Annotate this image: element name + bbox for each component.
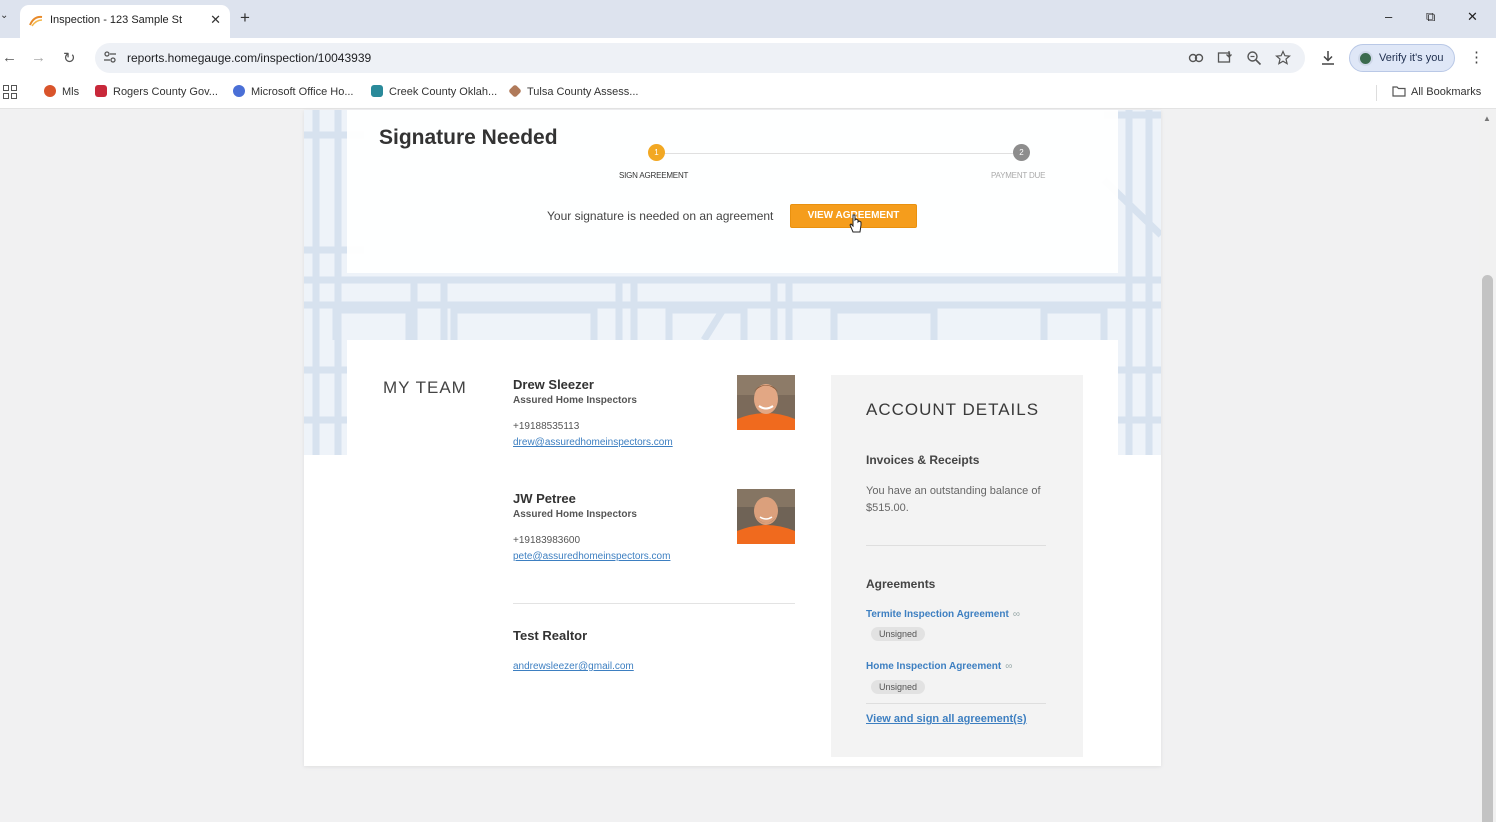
browser-tabstrip: ⌄ Inspection - 123 Sample St ✕ + – ⧉ ✕ [0,0,1496,38]
drew-avatar [737,375,795,430]
tab-title: Inspection - 123 Sample St [50,14,183,26]
agreements-divider [866,703,1046,704]
jw-avatar [737,489,795,544]
bookmark-tulsa-county[interactable]: Tulsa County Assess... [508,84,638,98]
member-name: Test Realtor [513,628,588,643]
address-bar[interactable]: reports.homegauge.com/inspection/1004393… [95,43,1305,73]
account-details-heading: ACCOUNT DETAILS [866,400,1040,419]
page-scrollbar[interactable]: ▲ [1479,110,1496,822]
password-key-icon[interactable] [1188,50,1204,66]
step-2-label: PAYMENT DUE [991,171,1046,180]
folder-icon [1392,86,1406,97]
signature-panel: Signature Needed 1 2 SIGN AGREEMENT PAYM… [347,110,1118,273]
progress-line [657,153,1023,154]
invoices-heading: Invoices & Receipts [866,453,980,467]
bookmark-star-icon[interactable] [1275,50,1291,66]
restore-icon[interactable]: ⧉ [1426,9,1435,25]
homegauge-favicon-icon [29,15,43,27]
verify-label: Verify it's you [1379,52,1444,64]
termite-agreement-link[interactable]: Termite Inspection Agreement ∞ [866,609,1020,620]
team-divider [513,603,795,604]
agreements-heading: Agreements [866,577,936,591]
team-panel: MY TEAM Drew Sleezer Assured Home Inspec… [347,340,1118,766]
my-team-heading: MY TEAM [383,378,467,397]
member-email-link[interactable]: drew@assuredhomeinspectors.com [513,437,673,448]
status-badge: Unsigned [871,680,926,694]
all-bookmarks-button[interactable]: All Bookmarks [1392,85,1481,98]
apps-grid-icon[interactable] [3,85,17,99]
bookmark-mls[interactable]: Mls [44,85,79,98]
team-member-realtor: Test Realtor andrewsleezer@gmail.com [513,628,803,674]
view-sign-all-agreements-link[interactable]: View and sign all agreement(s) [866,713,1027,725]
tab-inspection[interactable]: Inspection - 123 Sample St ✕ [20,5,230,38]
profile-verify-button[interactable]: Verify it's you [1349,44,1455,72]
bookmarks-bar: Mls Rogers County Gov... Microsoft Offic… [0,77,1496,109]
downloads-icon[interactable] [1320,50,1336,66]
profile-avatar-icon [1358,51,1373,66]
tab-close-icon[interactable]: ✕ [210,12,221,28]
mouse-pointer-icon [849,214,862,233]
site-settings-icon[interactable] [103,50,117,64]
mls-favicon-icon [44,85,56,97]
new-tab-plus-icon[interactable]: + [240,8,250,28]
step-1-indicator: 1 [648,144,665,161]
account-divider [866,545,1046,546]
status-badge: Unsigned [871,627,926,641]
zoom-icon[interactable] [1246,50,1262,66]
url-text[interactable]: reports.homegauge.com/inspection/1004393… [127,51,371,65]
link-icon: ∞ [1012,609,1020,620]
member-email-link[interactable]: pete@assuredhomeinspectors.com [513,551,670,562]
reload-icon[interactable]: ↻ [63,49,76,67]
home-inspection-agreement-link[interactable]: Home Inspection Agreement ∞ [866,661,1012,672]
tulsa-county-favicon-icon [508,84,522,98]
install-app-icon[interactable] [1217,50,1233,66]
creek-county-favicon-icon [371,85,383,97]
inspection-card: Signature Needed 1 2 SIGN AGREEMENT PAYM… [304,110,1161,766]
bookmarks-separator [1376,85,1377,101]
scrollbar-thumb[interactable] [1482,275,1493,822]
microsoft-office-favicon-icon [233,85,245,97]
link-icon: ∞ [1005,661,1013,672]
browser-menu-icon[interactable]: ⋮ [1469,48,1484,66]
forward-arrow-icon[interactable]: → [31,49,46,66]
bookmark-rogers-county[interactable]: Rogers County Gov... [95,85,218,98]
step-2-indicator: 2 [1013,144,1030,161]
browser-toolbar: ← → ↻ reports.homegauge.com/inspection/1… [0,38,1496,77]
account-details-panel: ACCOUNT DETAILS Invoices & Receipts You … [831,375,1083,757]
member-email-link[interactable]: andrewsleezer@gmail.com [513,661,634,672]
tab-search-chevron-icon[interactable]: ⌄ [0,10,12,28]
balance-text: You have an outstanding balance of $515.… [866,485,1041,514]
bookmark-creek-county[interactable]: Creek County Oklah... [371,85,497,98]
window-close-icon[interactable]: ✕ [1467,9,1478,25]
rogers-county-favicon-icon [95,85,107,97]
signature-message: Your signature is needed on an agreement [547,209,774,223]
step-1-label: SIGN AGREEMENT [619,171,689,180]
bookmark-microsoft-office[interactable]: Microsoft Office Ho... [233,85,354,98]
back-arrow-icon[interactable]: ← [2,49,17,66]
scroll-up-arrow-icon[interactable]: ▲ [1483,114,1491,123]
minimize-icon[interactable]: – [1385,9,1392,24]
signature-title: Signature Needed [379,126,558,149]
